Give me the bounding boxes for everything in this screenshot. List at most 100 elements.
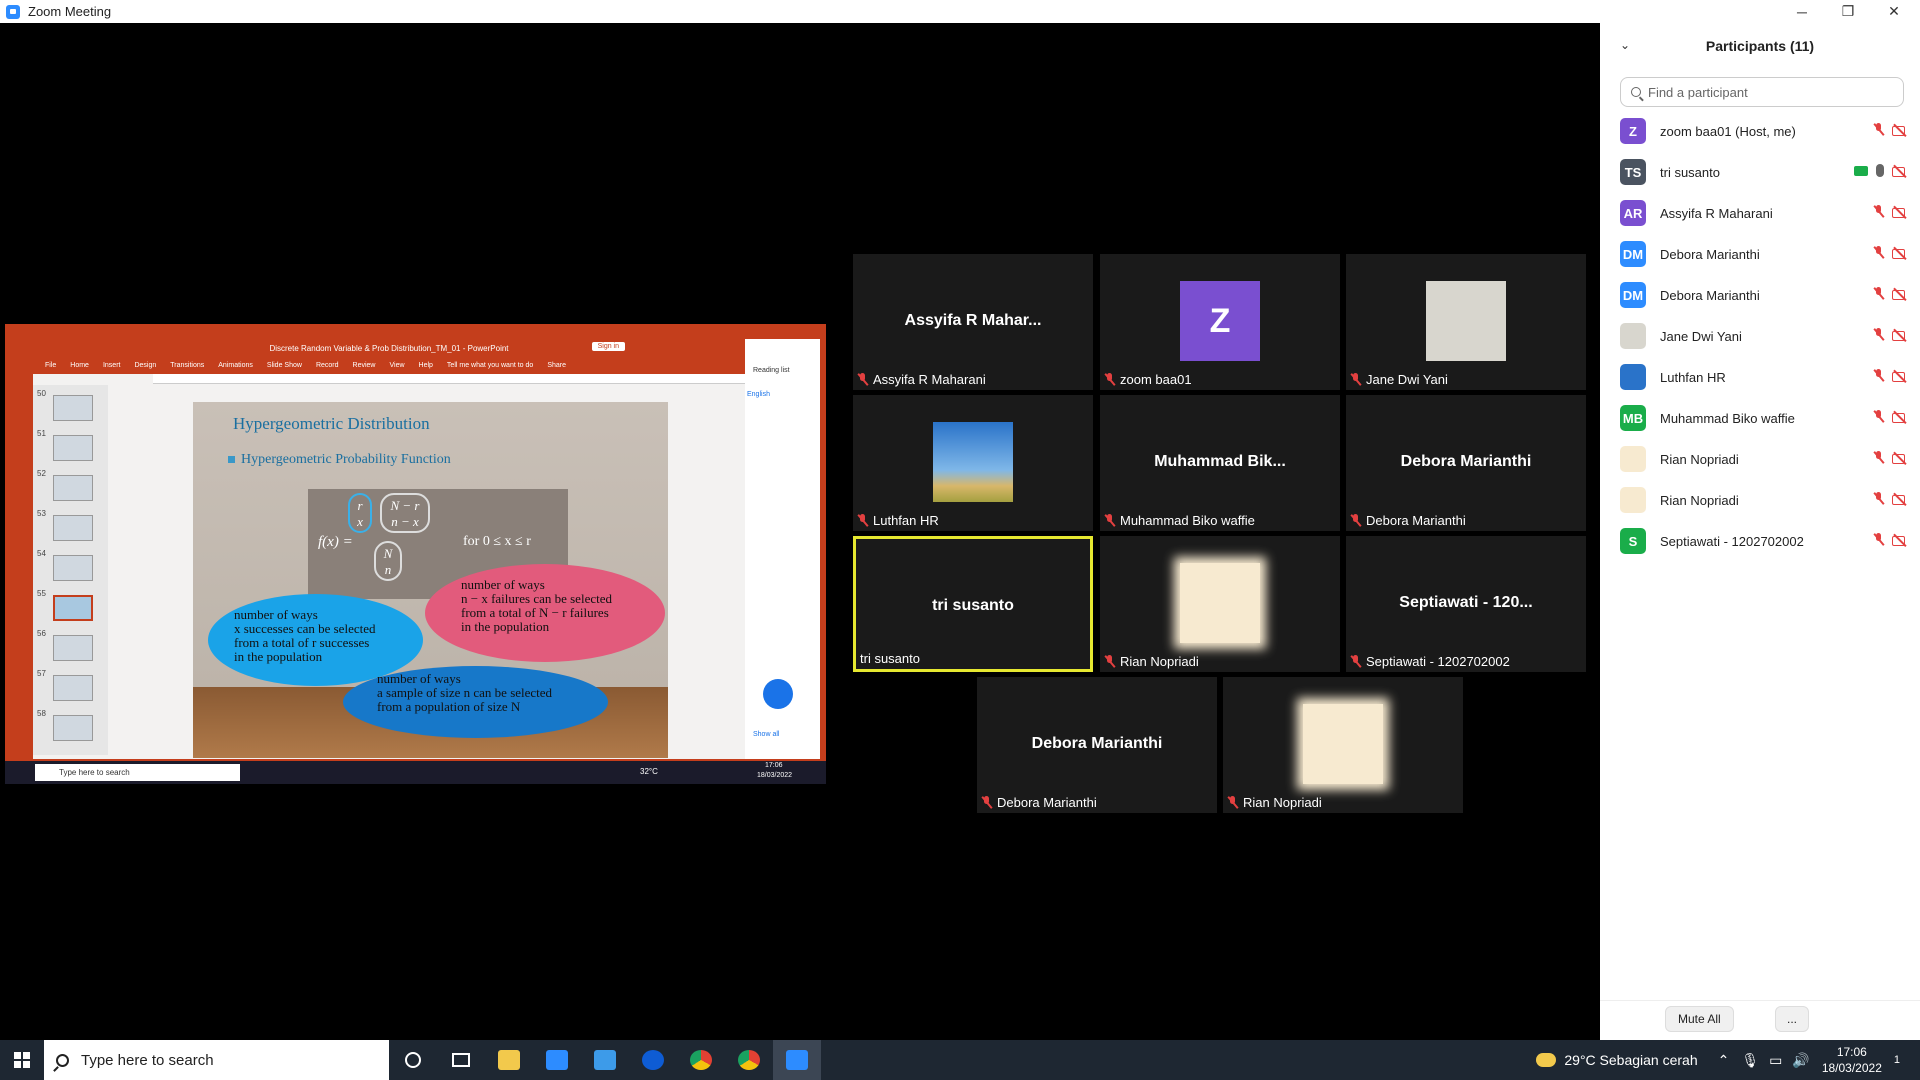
participant-row[interactable]: MB Muhammad Biko waffie — [1620, 403, 1910, 433]
screen-share-view[interactable]: Discrete Random Variable & Prob Distribu… — [5, 324, 826, 784]
mic-muted-icon — [1873, 287, 1884, 300]
participant-name: Luthfan HR — [1660, 369, 1726, 385]
participant-search[interactable] — [1620, 77, 1904, 107]
video-tile[interactable]: tri susanto tri susanto — [853, 536, 1093, 672]
participant-status — [1854, 164, 1908, 177]
slide-number: 57 — [37, 669, 46, 678]
camera-off-icon — [1892, 452, 1908, 464]
start-button[interactable] — [0, 1040, 44, 1080]
video-tile[interactable]: Septiawati - 120... Septiawati - 12027020… — [1346, 536, 1586, 672]
participant-avatar: TS — [1620, 159, 1646, 185]
participant-avatar — [1620, 446, 1646, 472]
tile-display-name: Debora Marianthi — [1400, 453, 1532, 470]
weather-text[interactable]: 29°C Sebagian cerah — [1564, 1052, 1697, 1068]
camera-off-icon — [1892, 370, 1908, 382]
participant-avatar: Z — [1620, 118, 1646, 144]
chrome-icon[interactable] — [677, 1040, 725, 1080]
mic-muted-icon — [1350, 373, 1361, 386]
window-title: Zoom Meeting — [28, 4, 112, 19]
slide-thumbnail — [53, 715, 93, 741]
ppt-ribbon: File Home Insert Design Transitions Animation… — [33, 357, 745, 374]
tile-name-label: tri susanto — [860, 651, 920, 666]
video-tile[interactable]: Luthfan HR — [853, 395, 1093, 531]
participant-avatar — [1620, 323, 1646, 349]
mic-muted-icon — [1104, 514, 1115, 527]
tile-name-label: zoom baa01 — [1120, 372, 1192, 387]
ellipse-line: a sample of size n can be selected — [377, 685, 553, 700]
clock[interactable]: 17:06 18/03/2022 — [1822, 1044, 1882, 1076]
video-tile[interactable]: Rian Nopriadi — [1100, 536, 1340, 672]
participant-name: Jane Dwi Yani — [1660, 328, 1742, 344]
mic-muted-icon — [857, 373, 868, 386]
slide-number: 55 — [37, 589, 46, 598]
participant-row[interactable]: Rian Nopriadi — [1620, 485, 1910, 515]
clock-time: 17:06 — [1836, 1045, 1867, 1059]
video-tile[interactable]: Rian Nopriadi — [1223, 677, 1463, 813]
volume-icon[interactable]: 🔊 — [1792, 1052, 1809, 1069]
participant-status — [1873, 328, 1908, 341]
tile-footer: Assyifa R Maharani — [857, 372, 986, 387]
video-tile[interactable]: Muhammad Bik... Muhammad Biko waffie — [1100, 395, 1340, 531]
participant-row[interactable]: DM Debora Marianthi — [1620, 239, 1910, 269]
participant-row[interactable]: Jane Dwi Yani — [1620, 321, 1910, 351]
video-tile[interactable]: Zzoom baa01 — [1100, 254, 1340, 390]
participant-row[interactable]: Rian Nopriadi — [1620, 444, 1910, 474]
cortana-icon[interactable] — [389, 1040, 437, 1080]
ribbon-tab: Review — [352, 362, 376, 369]
participant-search-input[interactable] — [1648, 84, 1888, 100]
ribbon-tab: View — [389, 362, 405, 369]
mic-icon — [1876, 164, 1884, 177]
task-view-icon[interactable] — [437, 1040, 485, 1080]
participant-avatar: S — [1620, 528, 1646, 554]
mic-muted-icon — [1104, 373, 1115, 386]
teamviewer-icon[interactable] — [629, 1040, 677, 1080]
camera-off-icon — [1892, 493, 1908, 505]
participant-avatar: MB — [1620, 405, 1646, 431]
slide-thumbnail — [53, 435, 93, 461]
participant-name: Septiawati - 1202702002 — [1660, 533, 1804, 549]
close-button[interactable]: ✕ — [1872, 0, 1916, 23]
chrome-profile-icon[interactable] — [725, 1040, 773, 1080]
participant-row[interactable]: Zzoom baa01 (Host, me) — [1620, 116, 1910, 146]
ribbon-tab: Help — [418, 362, 433, 369]
chevron-up-icon[interactable]: ⌃ — [1718, 1052, 1730, 1069]
participant-row[interactable]: Luthfan HR — [1620, 362, 1910, 392]
mute-all-button[interactable]: Mute All — [1665, 1006, 1734, 1032]
camera-off-icon — [1892, 288, 1908, 300]
taskbar-search[interactable]: Type here to search — [44, 1040, 389, 1080]
participant-row[interactable]: AR Assyifa R Maharani — [1620, 198, 1910, 228]
zoom-taskbar-icon[interactable] — [773, 1040, 821, 1080]
notification-button[interactable]: 1 — [1894, 1054, 1900, 1066]
tile-display-name: Assyifa R Mahar... — [904, 312, 1042, 329]
camera-off-icon — [1892, 411, 1908, 423]
title-bar: Zoom Meeting ─ ❐ ✕ — [0, 0, 1920, 23]
tile-footer: Jane Dwi Yani — [1350, 372, 1448, 387]
participants-panel: ⌄ Participants (11) Zzoom baa01 (Host, m… — [1600, 23, 1920, 1040]
ellipse-line: from a total of r successes — [234, 635, 370, 650]
slide-number: 52 — [37, 469, 46, 478]
tile-footer: Rian Nopriadi — [1227, 795, 1322, 810]
network-icon[interactable]: ▭ — [1769, 1052, 1782, 1069]
minimize-button[interactable]: ─ — [1780, 0, 1824, 23]
mail-icon[interactable] — [581, 1040, 629, 1080]
participant-row[interactable]: DM Debora Marianthi — [1620, 280, 1910, 310]
participant-status — [1873, 492, 1908, 505]
video-feed — [1180, 563, 1260, 643]
participant-status — [1873, 451, 1908, 464]
more-options-button[interactable]: ... — [1775, 1006, 1809, 1032]
video-tile[interactable]: Debora Marianthi Debora Marianthi — [977, 677, 1217, 813]
store-icon[interactable] — [533, 1040, 581, 1080]
participant-row[interactable]: TS tri susanto — [1620, 157, 1910, 187]
tile-footer: Rian Nopriadi — [1104, 654, 1199, 669]
file-explorer-icon[interactable] — [485, 1040, 533, 1080]
restore-button[interactable]: ❐ — [1826, 0, 1870, 23]
participant-name: Assyifa R Maharani — [1660, 205, 1773, 221]
video-tile[interactable]: Assyifa R Mahar... Assyifa R Maharani — [853, 254, 1093, 390]
video-tile[interactable]: Jane Dwi Yani — [1346, 254, 1586, 390]
video-tile[interactable]: Debora Marianthi Debora Marianthi — [1346, 395, 1586, 531]
participant-row[interactable]: S Septiawati - 1202702002 — [1620, 526, 1910, 556]
avatar: Z — [1180, 281, 1260, 361]
slide-thumbnail — [53, 475, 93, 501]
camera-off-icon — [1892, 329, 1908, 341]
tile-display-name: Septiawati - 120... — [1399, 594, 1533, 611]
